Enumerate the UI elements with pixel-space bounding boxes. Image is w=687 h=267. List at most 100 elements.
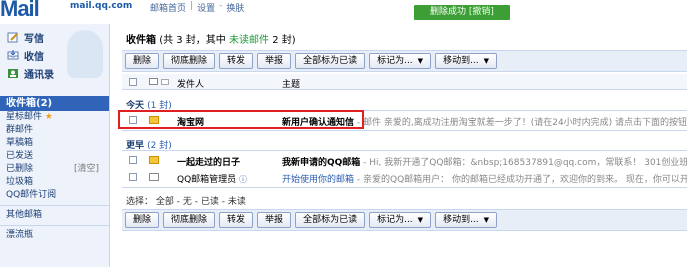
folder-drafts[interactable]: 草稿箱 bbox=[0, 137, 109, 150]
folder-spam[interactable]: 垃圾箱 bbox=[0, 176, 109, 189]
link-settings[interactable]: 设置 bbox=[197, 1, 215, 14]
email-sender[interactable]: 一起走过的日子 bbox=[177, 155, 240, 168]
row-divider bbox=[122, 187, 687, 188]
email-snippet: - 亲爱的QQ邮箱用户： 你的邮箱已经成功开通了，欢迎你的到来。 现在，你可以开… bbox=[354, 175, 687, 185]
bottom-toolbar: 删除 彻底删除 转发 举报 全部标为已读 标记为... ▼ 移动到... ▼ bbox=[122, 209, 687, 231]
folder-inbox[interactable]: 收件箱(2) bbox=[0, 96, 109, 111]
receive-label: 收信 bbox=[24, 51, 44, 63]
email-row[interactable]: 一起走过的日子 我新申请的QQ邮箱 - Hi, 我新开通了QQ邮箱：&nbsp;… bbox=[122, 152, 687, 169]
select-bar: 选择： 全部 - 无 - 已读 - 未读 bbox=[126, 194, 246, 207]
envelope-column-icon bbox=[149, 78, 158, 85]
email-subject[interactable]: 我新申请的QQ邮箱 - Hi, 我新开通了QQ邮箱：&nbsp;16853789… bbox=[282, 155, 687, 168]
delete-button[interactable]: 删除 bbox=[125, 212, 160, 228]
drift-bottle-link[interactable]: 漂流瓶 bbox=[0, 229, 109, 242]
inbox-summary-prefix: (共 3 封，其中 bbox=[159, 35, 226, 46]
move-to-label: 移动到... bbox=[443, 215, 479, 225]
select-prefix: 选择： bbox=[126, 197, 154, 207]
top-toolbar: 删除 彻底删除 转发 举报 全部标为已读 标记为... ▼ 移动到... ▼ bbox=[122, 50, 687, 72]
move-to-dropdown[interactable]: 移动到... ▼ bbox=[435, 212, 498, 228]
email-snippet: - 邮件 亲爱的,离成功注册淘宝就差一步了！(请在24小时内完成) 请点击下面的… bbox=[354, 118, 687, 128]
mark-as-dropdown[interactable]: 标记为... ▼ bbox=[369, 53, 432, 69]
dropdown-arrow-icon: ▼ bbox=[417, 216, 424, 224]
email-subject[interactable]: 开始使用你的邮箱 - 亲爱的QQ邮箱用户： 你的邮箱已经成功开通了，欢迎你的到来… bbox=[282, 172, 687, 185]
email-snippet: - Hi, 我新开通了QQ邮箱：&nbsp;168537891@qq.com，常… bbox=[360, 158, 687, 168]
sidebar-divider bbox=[0, 205, 109, 206]
email-sender-text: QQ邮箱管理员 bbox=[177, 175, 237, 185]
unread-mail-link[interactable]: 未读邮件 bbox=[229, 35, 269, 46]
inbox-panel: 收件箱 (共 3 封，其中 未读邮件 2 封) 删除 彻底删除 转发 举报 全部… bbox=[118, 24, 687, 267]
email-checkbox[interactable] bbox=[129, 173, 137, 181]
mark-as-dropdown[interactable]: 标记为... ▼ bbox=[369, 212, 432, 228]
inbox-icon bbox=[6, 49, 19, 61]
inbox-summary-suffix: 2 封) bbox=[272, 35, 296, 46]
select-unread-link[interactable]: 未读 bbox=[228, 197, 246, 207]
email-sender[interactable]: QQ邮箱管理员 ⓘ bbox=[177, 172, 247, 185]
dropdown-arrow-icon: ▼ bbox=[483, 57, 490, 65]
qqmail-logo[interactable]: Mail bbox=[0, 0, 40, 21]
mark-all-read-button[interactable]: 全部标为已读 bbox=[295, 212, 366, 228]
mark-as-label: 标记为... bbox=[377, 215, 413, 225]
folder-subscriptions[interactable]: QQ邮件订阅 bbox=[0, 189, 109, 202]
delete-button[interactable]: 删除 bbox=[125, 53, 160, 69]
select-all-link[interactable]: 全部 bbox=[156, 197, 174, 207]
dropdown-arrow-icon: ▼ bbox=[483, 216, 490, 224]
toast-text: 删除成功 bbox=[430, 7, 467, 17]
sidebar: 写信 收信 通讯录 收件箱(2) 星标邮件 ★ 群邮件 草稿箱 已发送 已删除 … bbox=[0, 24, 110, 267]
report-button[interactable]: 举报 bbox=[257, 212, 292, 228]
email-subject-text: 我新申请的QQ邮箱 bbox=[282, 158, 361, 168]
forward-button[interactable]: 转发 bbox=[219, 53, 254, 69]
unread-envelope-icon bbox=[149, 156, 159, 164]
empty-trash-link[interactable]: [清空] bbox=[74, 163, 99, 176]
link-change-skin[interactable]: 换肤 bbox=[226, 1, 244, 14]
attachment-column-icon bbox=[161, 79, 169, 85]
subject-column-header[interactable]: 主题 bbox=[282, 77, 300, 90]
read-envelope-icon bbox=[149, 173, 159, 181]
star-icon: ★ bbox=[44, 112, 53, 122]
sidebar-actions: 写信 收信 通讯录 bbox=[0, 24, 109, 96]
delete-success-toast: 删除成功 [撤销] bbox=[414, 5, 510, 20]
folder-starred-label: 星标邮件 bbox=[6, 112, 43, 122]
dropdown-arrow-icon: ▼ bbox=[417, 57, 424, 65]
mark-all-read-button[interactable]: 全部标为已读 bbox=[295, 53, 366, 69]
undo-link[interactable]: [撤销] bbox=[469, 7, 494, 17]
separator: - bbox=[219, 1, 223, 11]
pencil-icon bbox=[6, 32, 19, 43]
move-to-dropdown[interactable]: 移动到... ▼ bbox=[435, 53, 498, 69]
penguin-mascot-icon bbox=[67, 30, 103, 78]
contacts-icon bbox=[6, 68, 19, 79]
top-bar: Mail mail.qq.com 邮箱首页 | 设置 - 换肤 删除成功 [撤销… bbox=[0, 0, 687, 24]
sender-column-header[interactable]: 发件人 bbox=[177, 77, 204, 90]
folder-starred[interactable]: 星标邮件 ★ bbox=[0, 111, 109, 124]
mark-as-label: 标记为... bbox=[377, 56, 413, 66]
contacts-label: 通讯录 bbox=[24, 69, 54, 81]
group-divider bbox=[122, 150, 687, 151]
verified-badge-icon: ⓘ bbox=[239, 175, 248, 184]
folder-deleted[interactable]: 已删除 [清空] bbox=[0, 163, 109, 176]
email-subject-text: 开始使用你的邮箱 bbox=[282, 175, 355, 185]
permanent-delete-button[interactable]: 彻底删除 bbox=[163, 53, 216, 69]
logo-domain: mail.qq.com bbox=[70, 1, 133, 11]
link-mailbox-home[interactable]: 邮箱首页 bbox=[150, 1, 186, 14]
select-none-link[interactable]: 无 bbox=[183, 197, 192, 207]
email-checkbox[interactable] bbox=[129, 156, 137, 164]
select-read-link[interactable]: 已读 bbox=[201, 197, 219, 207]
email-row[interactable]: QQ邮箱管理员 ⓘ 开始使用你的邮箱 - 亲爱的QQ邮箱用户： 你的邮箱已经成功… bbox=[122, 169, 687, 186]
top-links: 邮箱首页 | 设置 - 换肤 bbox=[150, 1, 244, 14]
permanent-delete-button[interactable]: 彻底删除 bbox=[163, 212, 216, 228]
report-button[interactable]: 举报 bbox=[257, 53, 292, 69]
sidebar-divider bbox=[0, 225, 109, 226]
row-divider bbox=[122, 130, 687, 131]
folder-sent[interactable]: 已发送 bbox=[0, 150, 109, 163]
forward-button[interactable]: 转发 bbox=[219, 212, 254, 228]
move-to-label: 移动到... bbox=[443, 56, 479, 66]
select-all-checkbox[interactable] bbox=[129, 78, 137, 86]
inbox-title-text: 收件箱 bbox=[126, 35, 156, 46]
separator: | bbox=[190, 1, 194, 11]
folder-deleted-label: 已删除 bbox=[6, 164, 34, 174]
folder-group-mail[interactable]: 群邮件 bbox=[0, 124, 109, 137]
other-mailbox-link[interactable]: 其他邮箱 bbox=[0, 209, 109, 222]
highlight-box bbox=[118, 110, 364, 129]
compose-label: 写信 bbox=[24, 33, 44, 45]
column-header: 发件人 主题 bbox=[122, 74, 687, 90]
inbox-title: 收件箱 (共 3 封，其中 未读邮件 2 封) bbox=[126, 31, 296, 46]
